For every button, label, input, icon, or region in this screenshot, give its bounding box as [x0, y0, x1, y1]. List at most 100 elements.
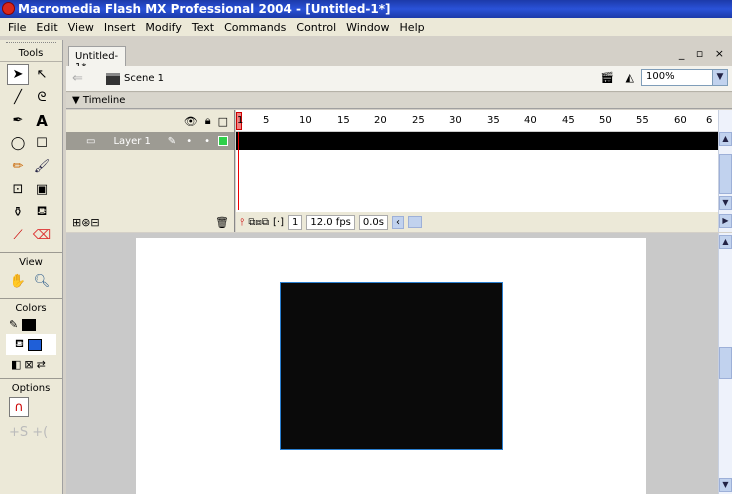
- black-white-icon[interactable]: ◧: [11, 358, 21, 371]
- brush-tool-icon[interactable]: 🖌: [31, 156, 53, 177]
- swap-colors-icon[interactable]: ⇄: [37, 358, 46, 371]
- options-section-label: Options: [0, 378, 62, 395]
- scroll-thumb[interactable]: [719, 347, 732, 379]
- layer-frame-row[interactable]: [236, 132, 718, 150]
- layer-page-icon: ▭: [86, 135, 96, 147]
- menu-control[interactable]: Control: [291, 21, 341, 34]
- scroll-thumb[interactable]: [719, 154, 732, 194]
- add-layer-icons[interactable]: ⊞⊛⊟: [72, 216, 100, 229]
- paint-bucket-tool-icon[interactable]: ⛾: [31, 202, 53, 223]
- timeline-header[interactable]: ▼ Timeline: [66, 93, 732, 109]
- outline-color-icon[interactable]: [218, 136, 228, 146]
- frame-ruler[interactable]: 1 5 10 15 20 25 30 35 40 45 50 55 60 6: [236, 110, 718, 132]
- tick-label: 60: [674, 115, 687, 126]
- flash-app-icon: [2, 2, 15, 15]
- scroll-down-icon[interactable]: ▼: [719, 478, 732, 492]
- black-rectangle-shape[interactable]: [280, 282, 503, 450]
- snap-magnet-icon[interactable]: ∩: [9, 397, 29, 417]
- ink-bottle-tool-icon[interactable]: ⚱: [7, 202, 29, 223]
- elapsed-time: 0.0s: [358, 214, 389, 230]
- menu-edit[interactable]: Edit: [31, 21, 62, 34]
- document-tab[interactable]: Untitled-1*: [68, 46, 126, 73]
- smooth-straighten-icons[interactable]: +S +(: [0, 419, 62, 446]
- fill-transform-tool-icon[interactable]: ▣: [31, 179, 53, 200]
- pencil-tool-icon[interactable]: ✏: [7, 156, 29, 177]
- view-section-label: View: [0, 252, 62, 269]
- frames-area[interactable]: 1 5 10 15 20 25 30 35 40 45 50 55 60 6 ⫯…: [236, 110, 718, 232]
- collapse-triangle-icon[interactable]: ▼: [72, 95, 80, 106]
- pencil-edit-icon: ✎: [167, 135, 177, 147]
- document-window: Untitled-1* _ ▫ × ⇐ Scene 1 🎬︎ ◭ 100% ▼ …: [66, 40, 732, 494]
- stage[interactable]: [136, 238, 646, 494]
- menu-window[interactable]: Window: [341, 21, 394, 34]
- menu-view[interactable]: View: [63, 21, 99, 34]
- timeline-vscroll[interactable]: ▲ ▼ ▶: [718, 110, 732, 232]
- zoom-tool-icon[interactable]: 🔍︎: [31, 271, 53, 292]
- layer-name: Layer 1: [113, 135, 151, 147]
- onion-skin-icons[interactable]: ⧉⧈⧉: [248, 217, 269, 228]
- menu-file[interactable]: File: [3, 21, 31, 34]
- oval-tool-icon[interactable]: ◯: [7, 133, 29, 154]
- menu-modify[interactable]: Modify: [140, 21, 186, 34]
- color-options-row: ◧ ⊠ ⇄: [0, 355, 62, 374]
- layer-buttons: ⊞⊛⊟ 🗑︎: [66, 212, 235, 232]
- text-tool-icon[interactable]: A: [31, 110, 53, 131]
- scroll-right-icon[interactable]: ▶: [719, 214, 732, 228]
- subselect-tool-icon[interactable]: ↖: [31, 64, 53, 85]
- scroll-up-icon[interactable]: ▲: [719, 132, 732, 146]
- back-arrow-icon[interactable]: ⇐: [72, 71, 92, 86]
- eye-icon[interactable]: 👁︎: [184, 115, 198, 128]
- fill-color-swatch[interactable]: [28, 338, 42, 351]
- scroll-up-icon[interactable]: ▲: [719, 235, 732, 249]
- menu-help[interactable]: Help: [395, 21, 430, 34]
- tick-label: 45: [562, 115, 575, 126]
- stroke-pencil-icon: ✎: [9, 318, 19, 331]
- rectangle-tool-icon[interactable]: ☐: [31, 133, 53, 154]
- scroll-down-icon[interactable]: ▼: [719, 196, 732, 210]
- layers-panel: 👁︎ 🔒︎ □ ▭ Layer 1 ✎ • • ⊞⊛⊟ 🗑︎: [66, 110, 235, 232]
- zoom-value: 100%: [646, 71, 675, 82]
- tick-label: 1: [237, 115, 244, 126]
- stage-vscroll[interactable]: ▲ ▼: [718, 233, 732, 494]
- frame-rate[interactable]: 12.0 fps: [306, 214, 355, 230]
- visible-dot-icon[interactable]: •: [186, 136, 192, 147]
- eraser-tool-icon[interactable]: ⌫: [31, 225, 53, 246]
- layer-row[interactable]: ▭ Layer 1 ✎ • •: [66, 132, 234, 150]
- lock-icon[interactable]: 🔒︎: [205, 114, 211, 128]
- zoom-select[interactable]: 100% ▼: [641, 69, 728, 86]
- edit-symbol-icon[interactable]: ◭: [626, 71, 634, 84]
- arrow-tool-icon[interactable]: ➤: [7, 64, 29, 85]
- tick-label: 40: [524, 115, 537, 126]
- lasso-tool-icon[interactable]: ᘓ: [31, 87, 53, 108]
- scroll-left-icon[interactable]: ‹: [392, 215, 405, 229]
- tick-label: 20: [374, 115, 387, 126]
- pen-tool-icon[interactable]: ✒: [7, 110, 29, 131]
- window-title: Macromedia Flash MX Professional 2004 - …: [18, 2, 391, 16]
- eyedropper-tool-icon[interactable]: ⟋: [7, 225, 29, 246]
- horizontal-scroll-thumb[interactable]: [408, 216, 423, 228]
- hand-tool-icon[interactable]: ✋: [7, 271, 29, 292]
- edit-scene-icon[interactable]: 🎬︎: [600, 71, 614, 84]
- layer-columns: 👁︎ 🔒︎ □: [66, 110, 234, 132]
- edit-multiple-icon[interactable]: [·]: [273, 217, 284, 228]
- trash-icon[interactable]: 🗑︎: [215, 216, 229, 229]
- colors-section-label: Colors: [0, 298, 62, 315]
- no-color-icon[interactable]: ⊠: [24, 358, 33, 371]
- center-frame-icon[interactable]: ⫯: [240, 217, 244, 228]
- unlocked-dot-icon[interactable]: •: [204, 136, 210, 147]
- free-transform-tool-icon[interactable]: ⊡: [7, 179, 29, 200]
- chevron-down-icon[interactable]: ▼: [712, 70, 727, 85]
- timeline-label: Timeline: [82, 95, 126, 106]
- timeline-status-bar: ⫯ ⧉⧈⧉ [·] 1 12.0 fps 0.0s ‹: [236, 212, 718, 232]
- scene-label: Scene 1: [124, 73, 165, 84]
- menu-commands[interactable]: Commands: [219, 21, 291, 34]
- window-controls[interactable]: _ ▫ ×: [679, 47, 728, 60]
- line-tool-icon[interactable]: ╱: [7, 87, 29, 108]
- outline-icon[interactable]: □: [218, 115, 228, 128]
- title-bar: Macromedia Flash MX Professional 2004 - …: [0, 0, 732, 18]
- stroke-color-swatch[interactable]: [22, 318, 37, 331]
- stage-workspace[interactable]: [66, 233, 718, 494]
- menu-text[interactable]: Text: [187, 21, 219, 34]
- fill-bucket-icon: ⛾: [15, 337, 24, 350]
- menu-insert[interactable]: Insert: [99, 21, 141, 34]
